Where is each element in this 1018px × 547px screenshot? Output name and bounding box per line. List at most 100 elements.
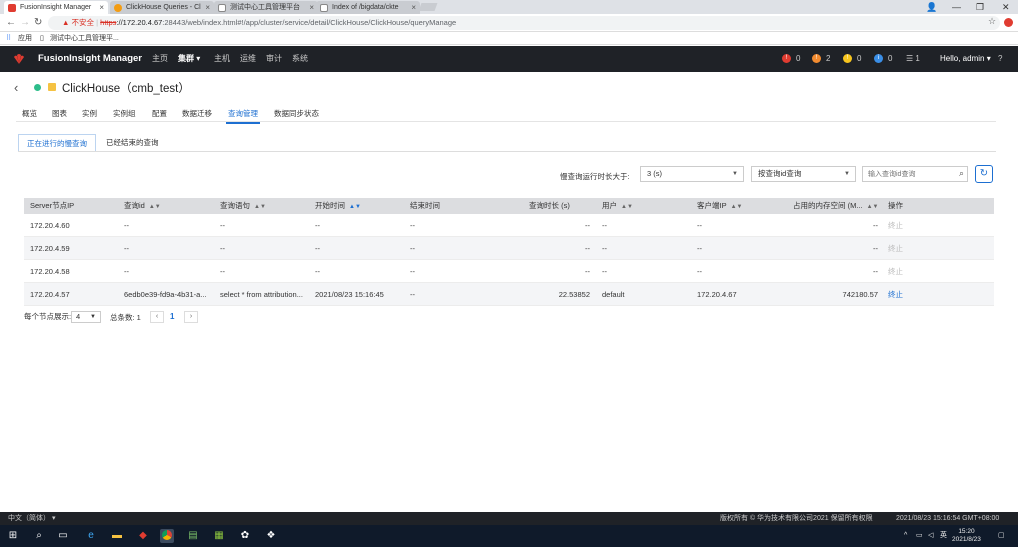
close-tab-icon[interactable]: ×: [205, 1, 210, 14]
back-chevron-icon[interactable]: ‹: [14, 80, 18, 95]
tab-data-sync-status[interactable]: 数据同步状态: [274, 108, 319, 119]
browser-tab-test-center[interactable]: 测试中心工具管理平台 ×: [214, 1, 318, 14]
table-row: 172.20.4.59 -- -- -- -- -- -- -- -- 终止: [24, 237, 994, 260]
app-icon[interactable]: ▤: [186, 529, 200, 543]
minimize-icon[interactable]: —: [952, 0, 961, 14]
profile-icon[interactable]: 👤: [926, 0, 937, 14]
col-start-time[interactable]: 开始时间 ▲▼: [315, 198, 361, 215]
app-icon[interactable]: ✿: [238, 529, 252, 543]
cell-user: default: [602, 290, 625, 299]
current-page[interactable]: 1: [170, 312, 174, 321]
col-query-id[interactable]: 查询id ▲▼: [124, 198, 161, 215]
notepad-icon[interactable]: ▦: [212, 529, 226, 543]
per-node-select[interactable]: 4 ▼: [71, 311, 101, 323]
terminate-query-button[interactable]: 终止: [888, 237, 928, 260]
table-row: 172.20.4.57 6edb0e39-fd9a-4b31-a... select…: [24, 283, 994, 306]
windows-taskbar: ⊞ ⌕ ▭ e ▬ ◆ ▤ ▦ ✿ ❖ ^ ▭ ◁ 英 15:20 2021/8…: [0, 525, 1018, 547]
chrome-icon[interactable]: [160, 529, 174, 543]
help-icon[interactable]: ?: [998, 46, 1002, 72]
forward-arrow-icon[interactable]: →: [20, 16, 30, 30]
bookmark-test-center[interactable]: 测试中心工具管理平...: [50, 32, 119, 45]
menu-cluster-label: 集群: [178, 54, 194, 63]
prev-page-button[interactable]: ‹: [150, 311, 164, 323]
menu-hosts[interactable]: 主机: [214, 46, 230, 72]
browser-tab-bar: FusionInsight Manager × ClickHouse Queri…: [0, 0, 1018, 14]
tab-query-management[interactable]: 查询管理: [226, 108, 260, 124]
reload-icon[interactable]: ↻: [34, 16, 42, 30]
cell-start: 2021/08/23 15:16:45: [315, 290, 384, 299]
close-tab-icon[interactable]: ×: [309, 1, 314, 14]
terminate-query-button[interactable]: 终止: [888, 260, 928, 283]
url-input[interactable]: ▲ 不安全 | https://172.20.4.67:28443/web/in…: [48, 16, 1000, 30]
bookmark-star-icon[interactable]: ☆: [988, 16, 996, 27]
terminate-query-button[interactable]: 终止: [888, 283, 928, 306]
cell-client: 172.20.4.67: [697, 290, 737, 299]
tab-overview[interactable]: 概览: [22, 108, 37, 119]
browser-tab-fusioninsight[interactable]: FusionInsight Manager ×: [4, 1, 108, 14]
browser-tab-label: Index of /bigdata/ckte: [332, 4, 399, 11]
next-page-button[interactable]: ›: [184, 311, 198, 323]
tab-finished-queries[interactable]: 已经结束的查询: [98, 134, 167, 152]
volume-icon[interactable]: ◁: [928, 525, 933, 547]
duration-select[interactable]: 3 (s) ▼: [640, 166, 744, 182]
windows-start-icon[interactable]: ⊞: [6, 529, 20, 543]
alarm-info[interactable]: i0: [874, 46, 892, 72]
menu-ops[interactable]: 运维: [240, 46, 256, 72]
task-list-icon: ☰: [906, 54, 914, 63]
search-type-select[interactable]: 按查询id查询 ▼: [751, 166, 856, 182]
page-favicon-icon: [320, 4, 328, 12]
tab-config[interactable]: 配置: [152, 108, 167, 119]
alarm-minor[interactable]: ! 0: [843, 46, 861, 72]
task-list[interactable]: ☰ 1: [906, 46, 920, 72]
alarm-critical[interactable]: ! 0: [782, 46, 800, 72]
tab-running-slow-queries[interactable]: 正在进行的慢查询: [18, 134, 96, 152]
sort-icon: ▲▼: [866, 204, 879, 210]
tab-data-migration[interactable]: 数据迁移: [182, 108, 212, 119]
language-select[interactable]: 中文（简体） ▾: [8, 512, 55, 525]
alarm-major[interactable]: ! 2: [812, 46, 830, 72]
task-view-icon[interactable]: ▭: [56, 529, 70, 543]
close-window-icon[interactable]: ✕: [1002, 0, 1010, 14]
user-menu[interactable]: Hello, admin ▾: [940, 46, 991, 72]
app-icon[interactable]: ◆: [136, 529, 150, 543]
menu-audit[interactable]: 审计: [266, 46, 282, 72]
apps-grid-icon[interactable]: ⠿: [6, 32, 11, 45]
notification-icon[interactable]: ▢: [998, 525, 1005, 547]
ime-indicator[interactable]: 英: [940, 525, 947, 547]
col-client-ip[interactable]: 客户端IP ▲▼: [697, 198, 742, 215]
tab-instances[interactable]: 实例: [82, 108, 97, 119]
divider: [18, 151, 996, 152]
menu-system[interactable]: 系统: [292, 46, 308, 72]
new-tab-button[interactable]: [418, 3, 438, 11]
app-footer: 中文（简体） ▾ 版权所有 © 华为技术有限公司2021 保留所有权限 2021…: [0, 512, 1018, 525]
col-label: 开始时间: [315, 201, 345, 210]
col-memory[interactable]: 占用的内存空间 (M... ▲▼: [793, 198, 878, 215]
tab-charts[interactable]: 图表: [52, 108, 67, 119]
extension-icon[interactable]: [1004, 18, 1013, 27]
col-query-sql[interactable]: 查询语句 ▲▼: [220, 198, 266, 215]
query-id-search-input[interactable]: [863, 167, 951, 181]
search-icon[interactable]: ⌕: [959, 168, 964, 179]
col-user[interactable]: 用户 ▲▼: [602, 198, 633, 215]
system-clock[interactable]: 15:20 2021/8/23: [952, 528, 981, 544]
network-icon[interactable]: ▭: [916, 525, 923, 547]
refresh-button[interactable]: ↻: [975, 165, 993, 183]
browser-tab-clickhouse[interactable]: ClickHouse Queries - Cl ×: [110, 1, 214, 14]
slow-query-table: Server节点IP 查询id ▲▼ 查询语句 ▲▼ 开始时间 ▲▼ 结束时间 查询时…: [24, 198, 994, 306]
close-tab-icon[interactable]: ×: [411, 1, 416, 14]
browser-tab-index[interactable]: Index of /bigdata/ckte ×: [316, 1, 420, 14]
file-explorer-icon[interactable]: ▬: [110, 529, 124, 543]
bookmark-apps[interactable]: 应用: [18, 32, 32, 45]
app-icon[interactable]: ❖: [264, 529, 278, 543]
edge-browser-icon[interactable]: e: [84, 529, 98, 543]
cell-start: --: [315, 221, 320, 230]
menu-home[interactable]: 主页: [152, 46, 168, 72]
terminate-query-button[interactable]: 终止: [888, 214, 928, 237]
tray-overflow-icon[interactable]: ^: [904, 525, 907, 547]
search-icon[interactable]: ⌕: [32, 529, 46, 543]
close-tab-icon[interactable]: ×: [99, 1, 104, 14]
menu-cluster[interactable]: 集群 ▾: [178, 46, 200, 72]
maximize-icon[interactable]: ❐: [976, 0, 984, 14]
tab-instance-groups[interactable]: 实例组: [113, 108, 136, 119]
back-arrow-icon[interactable]: ←: [6, 16, 16, 30]
